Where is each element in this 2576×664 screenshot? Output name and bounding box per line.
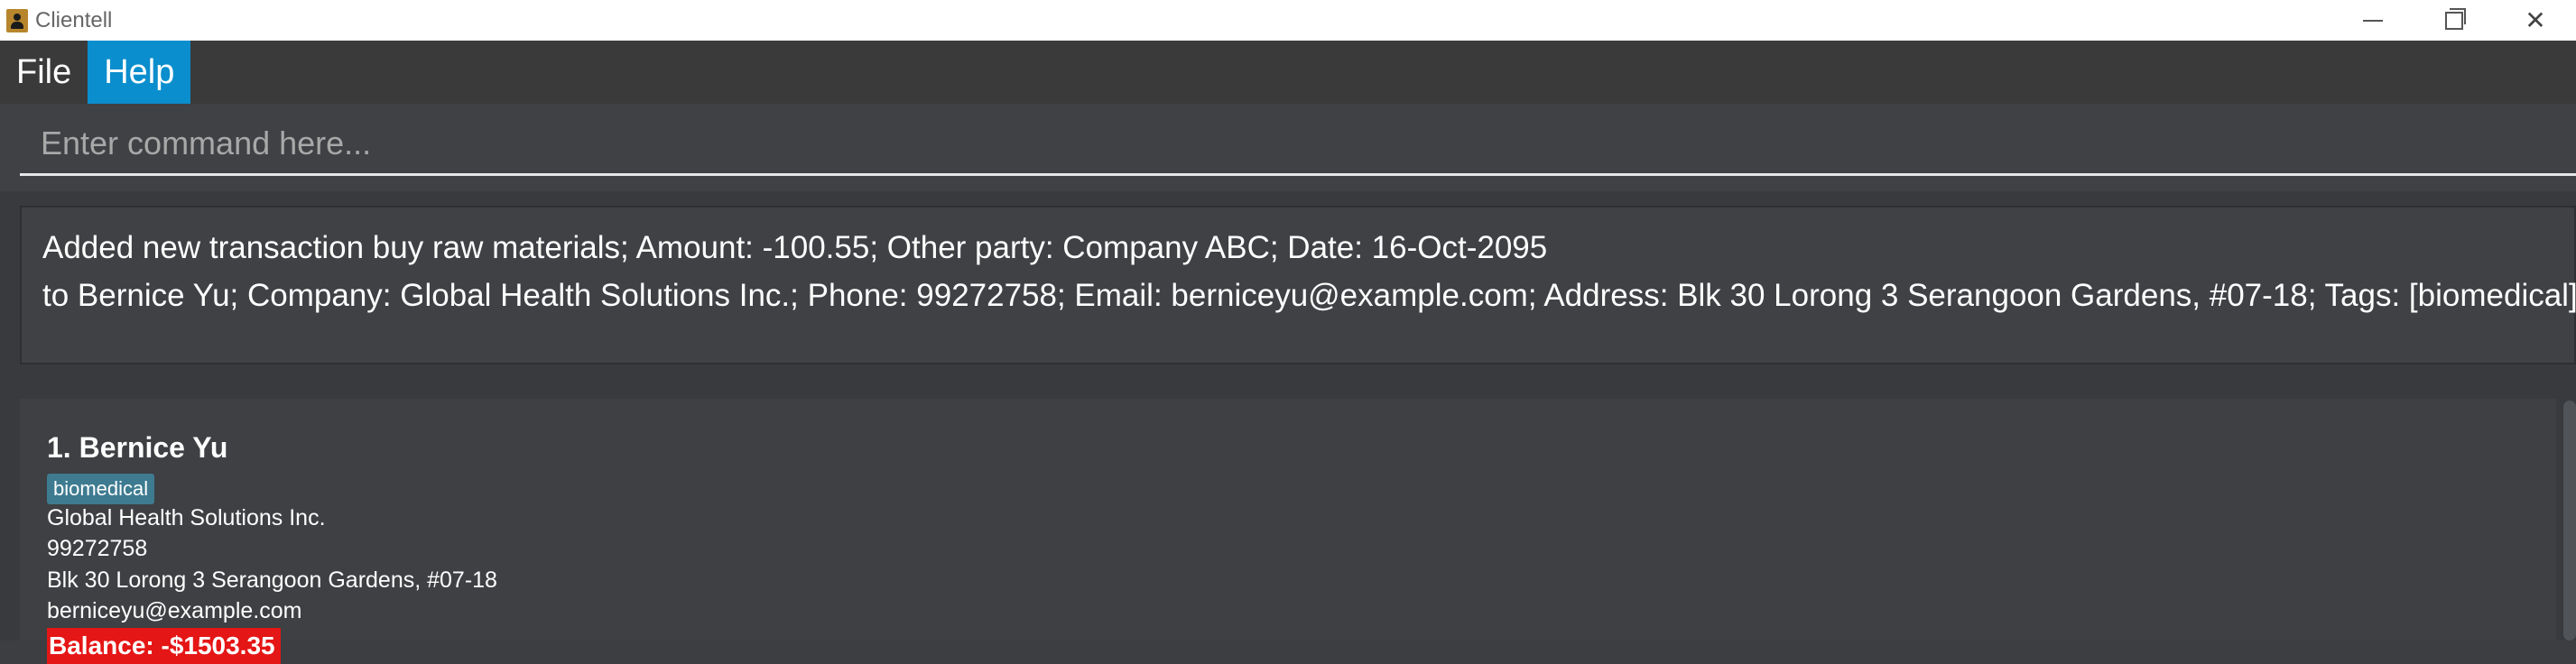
person-email: berniceyu@example.com [47, 598, 302, 623]
close-icon: ✕ [2525, 5, 2546, 35]
list-scrollbar[interactable] [2563, 401, 2576, 641]
menu-file[interactable]: File [0, 41, 88, 104]
minimize-icon [2363, 19, 2383, 22]
person-address: Blk 30 Lorong 3 Serangoon Gardens, #07-1… [47, 567, 497, 593]
result-display-panel: Added new transaction buy raw materials;… [0, 191, 2576, 379]
menu-help[interactable]: Help [88, 41, 191, 104]
person-list-panel: 1. Bernice Yu biomedical Global Health S… [0, 379, 2576, 664]
person-company: Global Health Solutions Inc. [47, 505, 326, 530]
restore-icon [2445, 7, 2466, 30]
result-line: Added new transaction buy raw materials;… [42, 230, 1548, 265]
app-contact-icon [6, 8, 28, 32]
result-display: Added new transaction buy raw materials;… [20, 206, 2576, 364]
menu-bar: File Help [0, 41, 2576, 104]
person-card[interactable]: 1. Bernice Yu biomedical Global Health S… [20, 399, 2556, 664]
tag-badge: biomedical [47, 474, 155, 504]
command-input[interactable] [20, 113, 2576, 176]
person-balance: Balance: -$1503.35 [47, 628, 281, 664]
person-phone: 99272758 [47, 536, 148, 561]
title-bar: Clientell ✕ [0, 0, 2576, 41]
restore-button[interactable] [2414, 0, 2495, 41]
window-controls: ✕ [2332, 0, 2576, 41]
result-line: to Bernice Yu; Company: Global Health So… [42, 278, 2576, 313]
window-title: Clientell [35, 7, 113, 32]
close-button[interactable]: ✕ [2495, 0, 2576, 41]
minimize-button[interactable] [2332, 0, 2414, 41]
person-name: 1. Bernice Yu [47, 431, 228, 464]
command-box-panel [0, 104, 2576, 191]
